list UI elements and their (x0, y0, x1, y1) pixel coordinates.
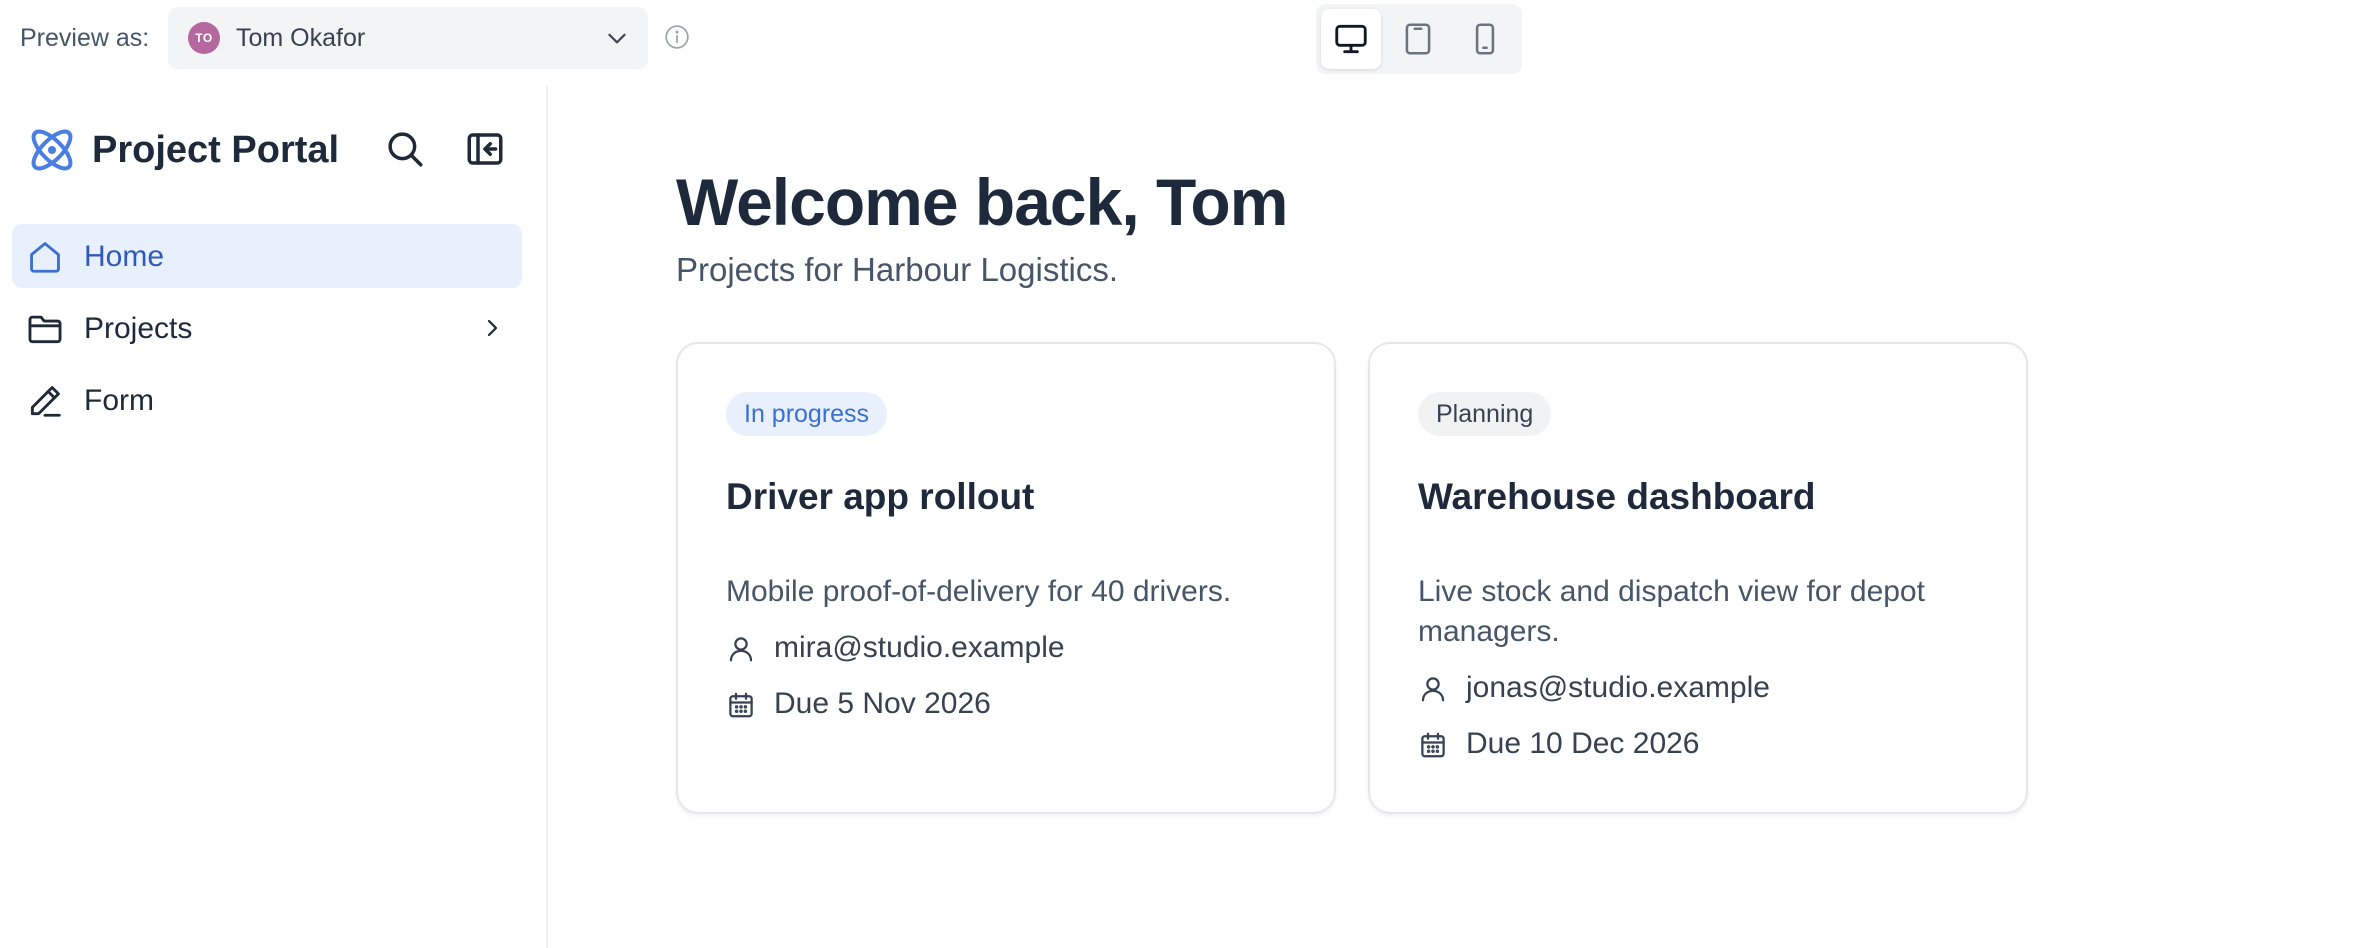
page-title: Welcome back, Tom (676, 165, 1288, 239)
pen-icon (30, 386, 61, 417)
collapse-sidebar-icon[interactable] (464, 128, 506, 170)
info-icon[interactable] (664, 24, 690, 50)
preview-as-label: Preview as: (20, 24, 150, 52)
sidebar-item-home[interactable]: Home (12, 224, 522, 288)
calendar-icon (729, 692, 753, 718)
mobile-icon (1475, 23, 1495, 55)
tablet-view-button[interactable] (1388, 9, 1448, 69)
page-subtitle: Projects for Harbour Logistics. (676, 251, 1119, 288)
chevron-down-icon (608, 33, 626, 44)
sidebar-item-projects[interactable]: Projects (12, 296, 522, 360)
user-icon (1421, 677, 1445, 702)
project-description: Live stock and dispatch view for depot m… (1418, 575, 1925, 648)
preview-bar: Preview as: TO Tom Okafor (0, 0, 2364, 84)
due-date: Due 5 Nov 2026 (774, 687, 991, 720)
calendar-icon (1421, 732, 1445, 758)
sidebar-item-form[interactable]: Form (12, 368, 522, 432)
avatar: TO (188, 22, 220, 54)
project-card[interactable]: In progress Driver app rollout Mobile pr… (676, 342, 1336, 814)
home-icon (30, 242, 60, 273)
status-badge: In progress (726, 392, 888, 436)
search-icon[interactable] (384, 128, 426, 170)
mobile-view-button[interactable] (1455, 9, 1515, 69)
device-switcher (1316, 4, 1522, 74)
user-icon (729, 637, 753, 662)
tablet-icon (1405, 23, 1431, 55)
preview-user-select[interactable]: TO Tom Okafor (168, 7, 648, 69)
sidebar: Project Portal Home Projects Form (0, 86, 548, 948)
project-title: Warehouse dashboard (1418, 476, 1816, 517)
owner-email: jonas@studio.example (1466, 671, 1770, 704)
sidebar-item-label: Projects (84, 312, 193, 345)
atom-logo-icon (31, 129, 73, 171)
chevron-right-icon[interactable] (480, 316, 504, 340)
preview-user-name: Tom Okafor (236, 24, 366, 52)
brand-name: Project Portal (92, 129, 340, 171)
owner-email: mira@studio.example (774, 631, 1065, 664)
due-date: Due 10 Dec 2026 (1466, 727, 1700, 760)
project-description: Mobile proof-of-delivery for 40 drivers. (726, 575, 1232, 608)
desktop-view-button[interactable] (1321, 9, 1381, 69)
project-card[interactable]: Planning Warehouse dashboard Live stock … (1368, 342, 2028, 814)
sidebar-item-label: Form (84, 384, 154, 417)
status-badge: Planning (1418, 392, 1552, 436)
project-title: Driver app rollout (726, 476, 1035, 517)
desktop-icon (1335, 24, 1367, 54)
sidebar-item-label: Home (84, 240, 165, 273)
folder-icon (28, 315, 62, 344)
